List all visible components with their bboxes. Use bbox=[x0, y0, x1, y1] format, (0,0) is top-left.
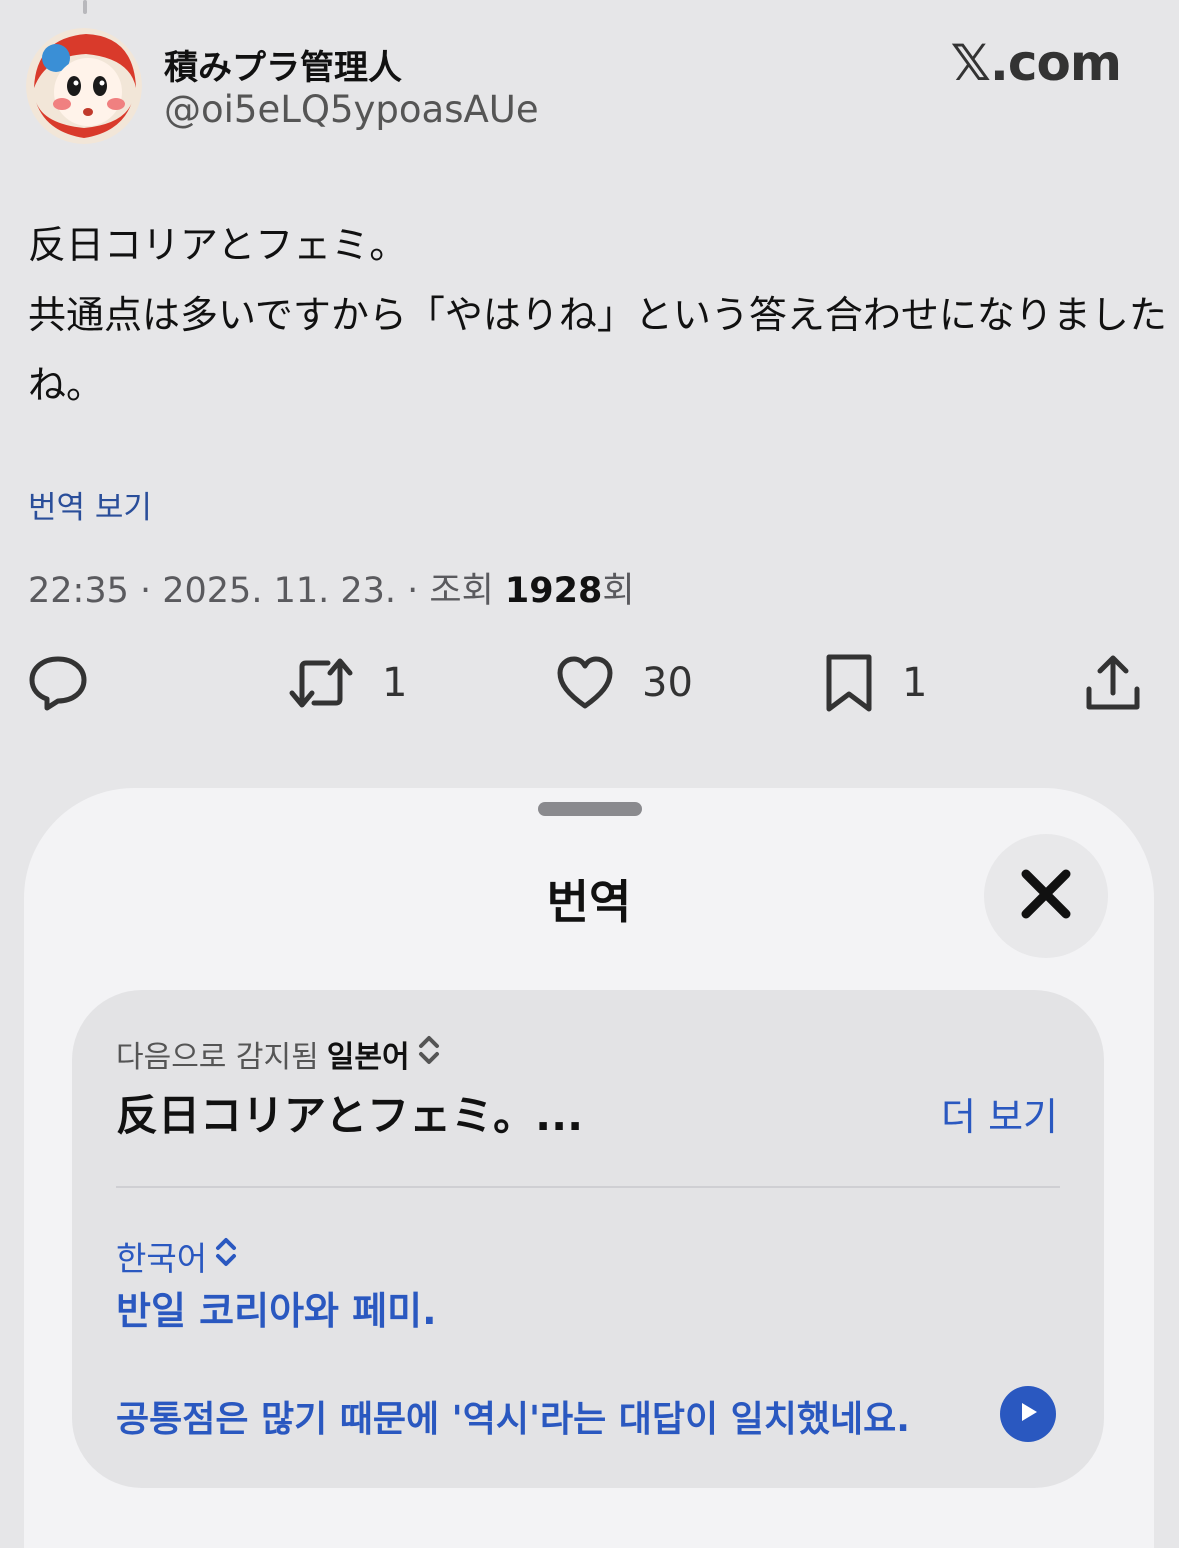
bookmark-button[interactable]: 1 bbox=[824, 652, 927, 714]
bookmark-icon bbox=[824, 652, 874, 714]
view-count: 1928 bbox=[504, 571, 603, 611]
translation-sheet: 번역 다음으로 감지됨 일본어 反日コリアとフェミ。... 더 보기 한국어 반… bbox=[24, 788, 1154, 1548]
tweet-text-line: 共通点は多いですから「やはりね」という答え合わせになりました bbox=[28, 293, 1167, 337]
tweet-timestamp: 22:35 · 2025. 11. 23. · 조회 bbox=[28, 571, 505, 611]
source-label: 𝕏.com bbox=[950, 34, 1122, 92]
show-more-link[interactable]: 더 보기 bbox=[941, 1086, 1058, 1141]
author-handle[interactable]: @oi5eLQ5ypoasAUe bbox=[164, 88, 539, 131]
reply-icon bbox=[28, 653, 88, 713]
bookmark-count: 1 bbox=[902, 660, 928, 706]
close-button[interactable] bbox=[984, 834, 1108, 958]
target-language: 한국어 bbox=[116, 1239, 208, 1278]
like-button[interactable]: 30 bbox=[556, 652, 693, 714]
avatar[interactable] bbox=[26, 28, 142, 144]
translation-card: 다음으로 감지됨 일본어 反日コリアとフェミ。... 더 보기 한국어 반일 코… bbox=[72, 990, 1104, 1488]
source-text: 反日コリアとフェミ。... bbox=[116, 1091, 584, 1140]
retweet-count: 1 bbox=[382, 660, 408, 706]
target-language-selector[interactable]: 한국어 bbox=[116, 1232, 237, 1280]
author-display-name[interactable]: 積みプラ管理人 bbox=[164, 40, 402, 89]
tweet-meta: 22:35 · 2025. 11. 23. · 조회 1928회 bbox=[28, 562, 635, 613]
tweet-text: 反日コリアとフェミ。 共通点は多いですから「やはりね」という答え合わせになりまし… bbox=[28, 210, 1167, 420]
chevron-up-down-icon bbox=[418, 1034, 440, 1074]
divider bbox=[116, 1186, 1060, 1188]
share-button[interactable] bbox=[1084, 652, 1142, 714]
reply-button[interactable] bbox=[28, 652, 88, 714]
heart-icon bbox=[556, 654, 614, 712]
translation-line-1: 반일 코리아와 페미. bbox=[116, 1289, 437, 1333]
retweet-icon bbox=[288, 653, 354, 713]
show-translation-link[interactable]: 번역 보기 bbox=[28, 482, 152, 527]
like-count: 30 bbox=[642, 660, 693, 706]
translation-line-2: 공통점은 많기 때문에 '역시'라는 대답이 일치했네요. bbox=[116, 1399, 910, 1440]
play-icon bbox=[1016, 1400, 1040, 1428]
retweet-button[interactable]: 1 bbox=[288, 652, 407, 714]
tweet-text-line: 反日コリアとフェミ。 bbox=[28, 223, 408, 267]
source-language: 일본어 bbox=[326, 1040, 410, 1075]
share-icon bbox=[1084, 653, 1142, 713]
tweet-text-line: ね。 bbox=[28, 363, 105, 407]
view-count-suffix: 회 bbox=[602, 571, 635, 611]
play-button[interactable] bbox=[1000, 1386, 1056, 1442]
sheet-grabber[interactable] bbox=[538, 802, 642, 816]
thread-line bbox=[83, 0, 87, 14]
chevron-up-down-icon bbox=[215, 1236, 237, 1276]
detected-language-selector[interactable]: 다음으로 감지됨 일본어 bbox=[116, 1032, 440, 1076]
detected-prefix: 다음으로 감지됨 bbox=[116, 1040, 319, 1075]
close-icon bbox=[1019, 867, 1073, 925]
